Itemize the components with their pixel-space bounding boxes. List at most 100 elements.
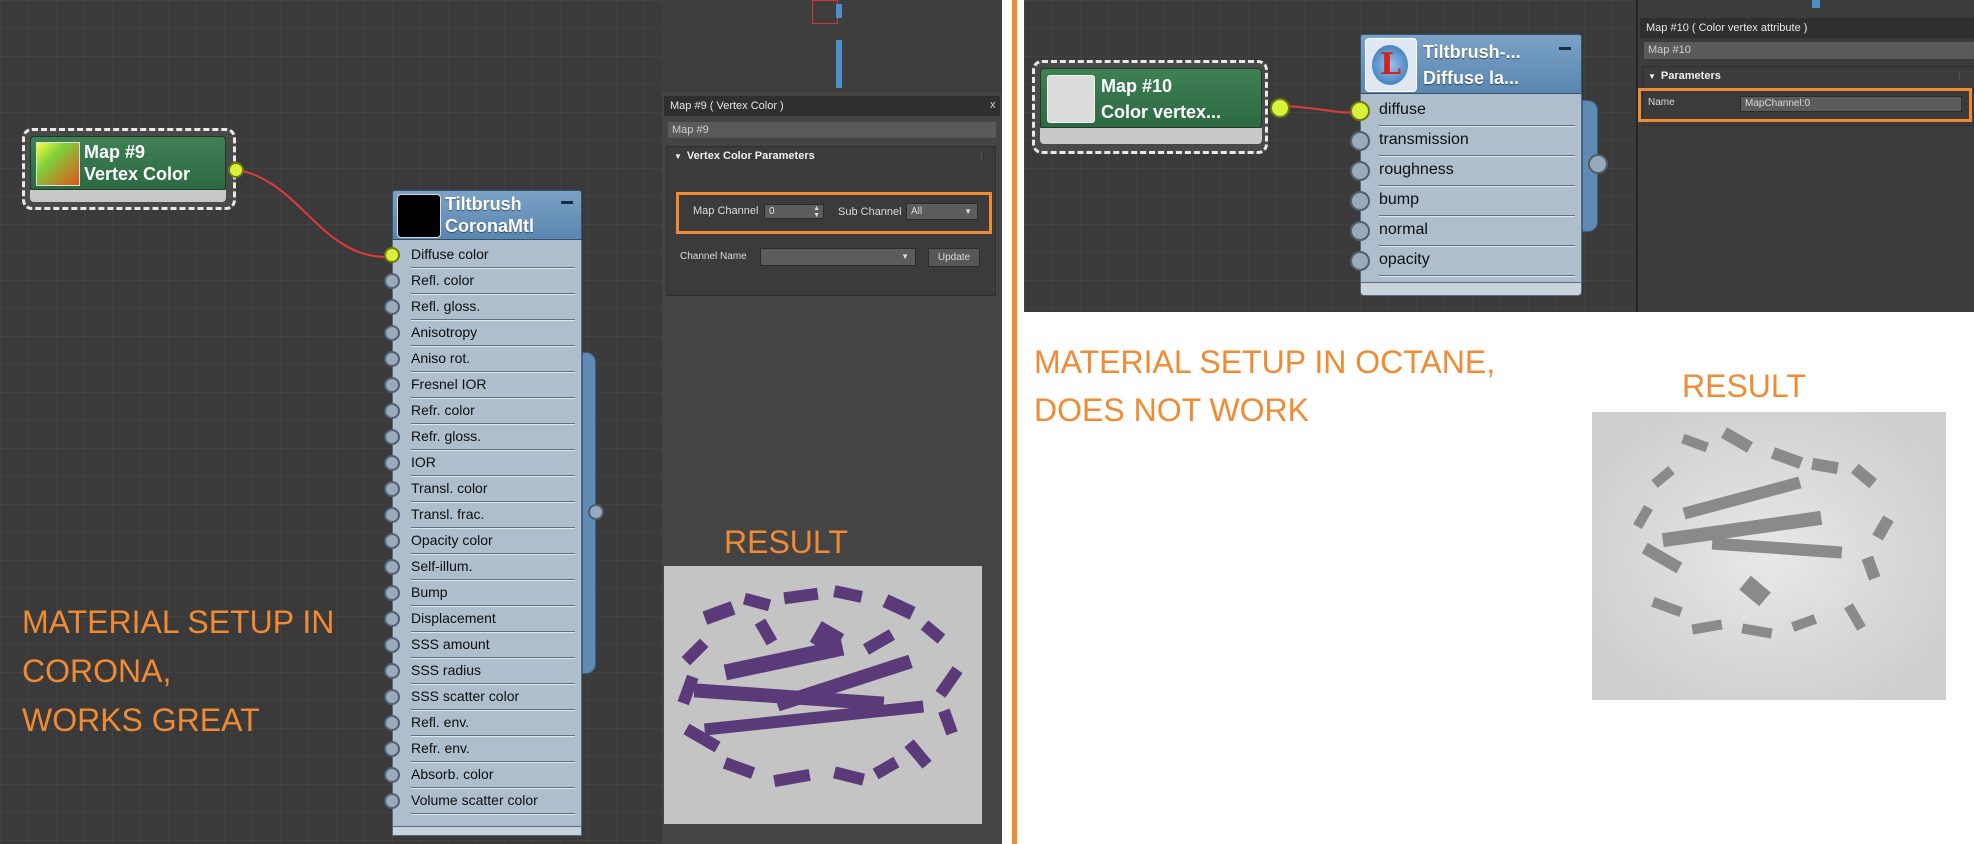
material-slot-row[interactable]: Opacity color — [384, 528, 581, 554]
corona-material-node-header[interactable]: Tiltbrush CoronaMtl — [392, 190, 582, 240]
material-slot-row[interactable]: Anisotropy — [384, 320, 581, 346]
material-slot-row[interactable]: Refl. env. — [384, 710, 581, 736]
material-slot-row[interactable]: Transl. frac. — [384, 502, 581, 528]
material-slot-row[interactable]: Aniso rot. — [384, 346, 581, 372]
material-slot-label: Refl. gloss. — [411, 298, 481, 314]
material-slot-socket[interactable] — [384, 715, 400, 731]
material-slot-row[interactable]: IOR — [384, 450, 581, 476]
material-slot-socket[interactable] — [1350, 251, 1370, 271]
material-slot-row[interactable]: opacity — [1350, 246, 1581, 276]
material-slot-row[interactable]: diffuse — [1350, 96, 1581, 126]
material-slot-socket[interactable] — [384, 741, 400, 757]
material-slot-row[interactable]: SSS scatter color — [384, 684, 581, 710]
map-node-output-socket[interactable] — [228, 162, 244, 178]
material-slot-label: opacity — [1379, 251, 1430, 268]
octane-render-result — [1592, 412, 1946, 700]
material-slot-row[interactable]: roughness — [1350, 156, 1581, 186]
rollout-title[interactable]: ▼ Vertex Color Parameters — [674, 150, 815, 162]
octane-node-bottom-grip — [1360, 282, 1582, 296]
channel-name-dropdown[interactable]: ▼ — [760, 248, 916, 266]
material-slot-row[interactable]: Volume scatter color — [384, 788, 581, 814]
map-channel-spinner[interactable]: 0 ▲ ▼ — [764, 204, 824, 219]
close-icon[interactable]: x — [990, 99, 996, 111]
material-slot-socket[interactable] — [384, 351, 400, 367]
material-slot-row[interactable]: Bump — [384, 580, 581, 606]
material-slot-socket[interactable] — [384, 559, 400, 575]
material-slot-socket[interactable] — [1350, 101, 1370, 121]
logo-letter: L — [1380, 47, 1402, 82]
navigator-blue-bar — [836, 4, 842, 18]
material-slot-row[interactable]: Refr. gloss. — [384, 424, 581, 450]
update-button[interactable]: Update — [928, 248, 980, 267]
material-slot-row[interactable]: Refr. env. — [384, 736, 581, 762]
note-octane-1: MATERIAL SETUP IN OCTANE, — [1034, 344, 1496, 380]
material-slot-row[interactable]: Absorb. color — [384, 762, 581, 788]
material-slot-socket[interactable] — [384, 663, 400, 679]
material-slot-socket[interactable] — [384, 689, 400, 705]
corona-output-socket[interactable] — [588, 504, 604, 520]
material-slot-label: SSS radius — [411, 662, 482, 678]
material-slot-row[interactable]: Diffuse color — [384, 242, 581, 268]
material-title-1: Tiltbrush — [445, 194, 522, 214]
octane-material-slot-list: diffuse transmission roughness bump normal op… — [1350, 94, 1582, 284]
material-slot-row[interactable]: transmission — [1350, 126, 1581, 156]
sub-channel-dropdown[interactable]: All ▼ — [906, 203, 978, 220]
material-slot-socket[interactable] — [1350, 221, 1370, 241]
material-slot-socket[interactable] — [384, 793, 400, 809]
material-slot-socket[interactable] — [384, 585, 400, 601]
material-slot-divider — [1379, 275, 1575, 276]
material-slot-row[interactable]: bump — [1350, 186, 1581, 216]
material-slot-socket[interactable] — [384, 429, 400, 445]
map-node-title-2: Vertex Color — [84, 164, 191, 184]
material-slot-socket[interactable] — [384, 481, 400, 497]
material-slot-row[interactable]: Refr. color — [384, 398, 581, 424]
material-slot-label: Diffuse color — [411, 246, 489, 262]
material-slot-socket[interactable] — [384, 325, 400, 341]
rollout-title[interactable]: ▼ Parameters — [1648, 70, 1721, 82]
material-slot-socket[interactable] — [384, 377, 400, 393]
sub-channel-value: All — [911, 206, 923, 217]
name-value-field[interactable]: MapChannel:0 — [1740, 96, 1962, 112]
material-slot-row[interactable]: SSS amount — [384, 632, 581, 658]
material-slot-socket[interactable] — [1350, 131, 1370, 151]
material-slot-label: Absorb. color — [411, 766, 494, 782]
sub-channel-label: Sub Channel — [838, 206, 902, 218]
material-slot-row[interactable]: Refl. gloss. — [384, 294, 581, 320]
material-slot-socket[interactable] — [384, 299, 400, 315]
material-slot-label: Displacement — [411, 610, 496, 626]
material-slot-socket[interactable] — [384, 611, 400, 627]
map-name-field[interactable]: Map #9 — [668, 122, 996, 138]
map-node-output-socket[interactable] — [1270, 98, 1290, 118]
material-slot-socket[interactable] — [384, 767, 400, 783]
material-slot-row[interactable]: Fresnel IOR — [384, 372, 581, 398]
material-slot-label: Transl. color — [411, 480, 488, 496]
octane-material-node-header[interactable]: L Tiltbrush-... Diffuse la... — [1360, 34, 1582, 94]
material-slot-row[interactable]: normal — [1350, 216, 1581, 246]
material-thumbnail-logo: L — [1365, 38, 1417, 92]
minimize-icon[interactable] — [561, 201, 573, 204]
rollout-collapse-icon[interactable]: ▼ — [674, 152, 682, 161]
result-label-octane: RESULT — [1682, 368, 1806, 404]
material-slot-row[interactable]: Self-illum. — [384, 554, 581, 580]
material-slot-socket[interactable] — [384, 273, 400, 289]
map-node-vertex-color[interactable]: Map #9 Vertex Color — [30, 136, 226, 190]
material-slot-row[interactable]: Displacement — [384, 606, 581, 632]
material-title-2: Diffuse la... — [1423, 68, 1520, 88]
material-slot-row[interactable]: Refl. color — [384, 268, 581, 294]
material-slot-socket[interactable] — [1350, 191, 1370, 211]
material-slot-socket[interactable] — [384, 637, 400, 653]
material-slot-socket[interactable] — [1350, 161, 1370, 181]
material-slot-socket[interactable] — [384, 455, 400, 471]
map-name-field[interactable]: Map #10 — [1644, 42, 1974, 59]
material-slot-socket[interactable] — [384, 247, 400, 263]
spinner-arrows-icon[interactable]: ▲ ▼ — [813, 205, 820, 219]
material-slot-row[interactable]: SSS radius — [384, 658, 581, 684]
material-slot-socket[interactable] — [384, 533, 400, 549]
octane-output-socket[interactable] — [1588, 154, 1608, 174]
minimize-icon[interactable] — [1559, 47, 1571, 50]
map-node-color-vertex[interactable]: Map #10 Color vertex... — [1040, 68, 1262, 128]
material-slot-row[interactable]: Transl. color — [384, 476, 581, 502]
material-slot-socket[interactable] — [384, 507, 400, 523]
material-slot-socket[interactable] — [384, 403, 400, 419]
rollout-collapse-icon[interactable]: ▼ — [1648, 72, 1656, 81]
